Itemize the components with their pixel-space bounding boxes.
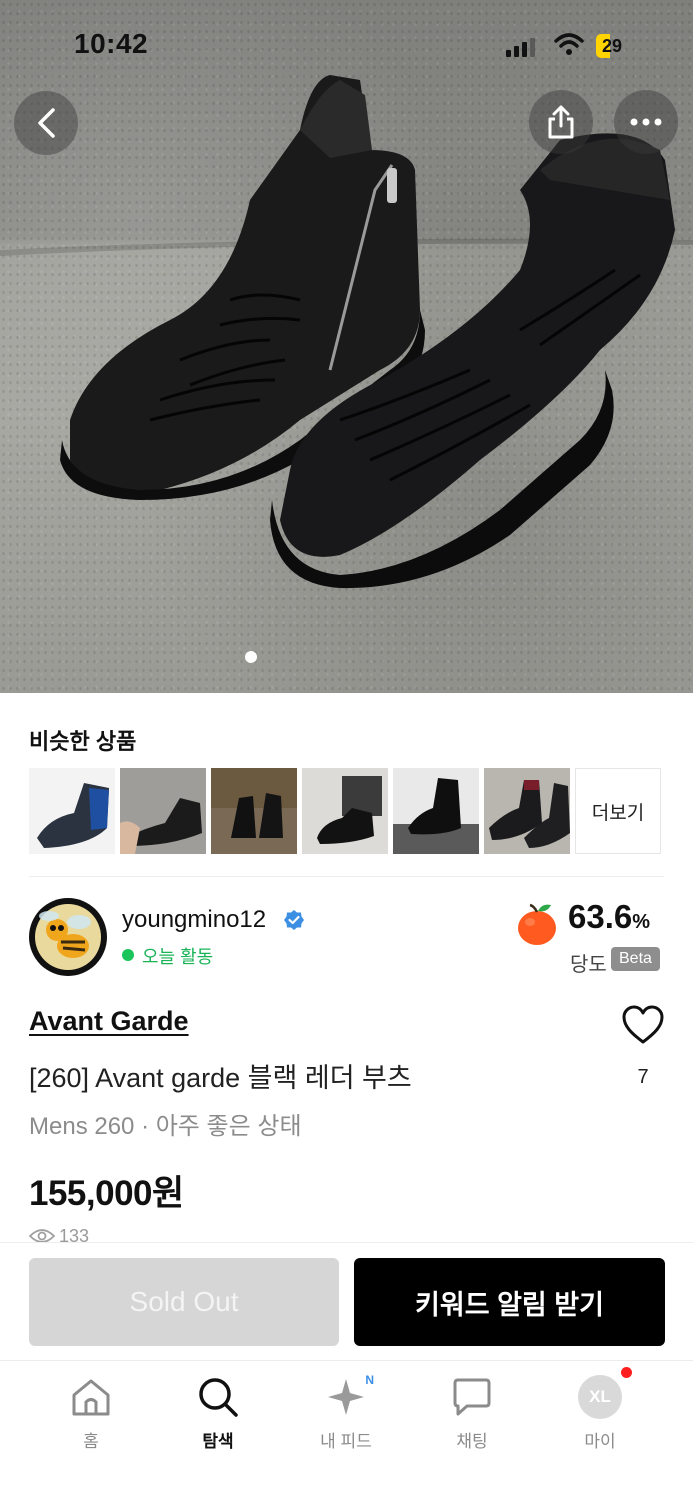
sweetness-score-value: 63.6 (568, 898, 633, 935)
tab-home[interactable]: 홈 (41, 1375, 141, 1452)
brand-link[interactable]: Avant Garde (29, 1006, 189, 1037)
tab-chat-label: 채팅 (456, 1432, 488, 1451)
tab-my[interactable]: XL 마이 (550, 1367, 650, 1452)
product-price: 155,000원 (29, 1174, 184, 1213)
sweetness-score-unit: % (632, 911, 651, 933)
battery-indicator: 29 (596, 33, 640, 59)
avatar-icon: XL (578, 1375, 622, 1419)
cellular-signal-icon (506, 38, 535, 57)
verified-badge-icon (284, 910, 304, 930)
tab-my-feed-label: 내 피드 (320, 1432, 372, 1451)
similar-product-thumb[interactable] (302, 768, 388, 854)
similar-product-thumb[interactable] (29, 768, 115, 854)
status-time: 10:42 (74, 28, 149, 59)
home-icon (72, 1379, 110, 1416)
wifi-icon (554, 33, 584, 55)
tab-my-feed[interactable]: N 내 피드 (296, 1373, 396, 1452)
similar-product-thumb[interactable] (211, 768, 297, 854)
section-divider (29, 876, 664, 877)
beta-badge: Beta (611, 947, 660, 971)
back-button[interactable] (14, 91, 78, 155)
tab-chat[interactable]: 채팅 (422, 1375, 522, 1452)
chevron-left-icon (38, 108, 55, 138)
sparkle-icon (328, 1379, 364, 1415)
more-dots-icon (630, 118, 662, 126)
similar-products-title: 비슷한 상품 (29, 729, 137, 754)
bee-avatar-image (35, 904, 101, 970)
new-badge: N (365, 1373, 374, 1387)
similar-more-button[interactable]: 더보기 (575, 768, 661, 854)
product-condition: Mens 260 · 아주 좋은 상태 (29, 1113, 302, 1140)
apple-score-icon (518, 903, 556, 945)
sweetness-label: 당도 (570, 954, 607, 976)
chat-icon (453, 1378, 491, 1416)
online-status-dot (122, 949, 134, 961)
thumb-image (120, 768, 206, 854)
sold-out-button[interactable]: Sold Out (29, 1258, 339, 1346)
share-button[interactable] (529, 90, 593, 154)
tab-search[interactable]: 탐색 (168, 1375, 268, 1452)
photo-page-indicator (245, 651, 257, 663)
tab-home-label: 홈 (83, 1432, 99, 1451)
similar-product-thumb[interactable] (484, 768, 570, 854)
like-count: 7 (637, 1066, 649, 1088)
similar-product-thumb[interactable] (120, 768, 206, 854)
status-bar: 10:42 29 (0, 0, 693, 92)
heart-like-icon[interactable] (621, 1004, 665, 1046)
battery-percent: 29 (602, 35, 623, 56)
more-options-button[interactable] (614, 90, 678, 154)
purchase-action-bar: Sold Out 키워드 알림 받기 (0, 1242, 693, 1360)
product-photo[interactable]: 10:42 29 (0, 0, 693, 693)
sweetness-score: 63.6% (568, 898, 650, 936)
similar-product-thumb[interactable] (393, 768, 479, 854)
boots-image (0, 75, 693, 589)
product-title: [260] Avant garde 블랙 레더 부츠 (29, 1063, 412, 1093)
thumb-image (211, 768, 297, 854)
seller-name[interactable]: youngmino12 (122, 906, 266, 934)
thumb-image (484, 768, 570, 854)
bottom-tab-bar: 홈 탐색 N 내 피드 채팅 XL 마이 (0, 1360, 693, 1500)
notification-dot (621, 1367, 632, 1378)
thumb-image (29, 768, 115, 854)
similar-products-list: 더보기 (29, 768, 661, 854)
thumb-image (302, 768, 388, 854)
tab-search-label: 탐색 (202, 1432, 234, 1451)
seller-avatar[interactable] (29, 898, 107, 976)
search-icon (199, 1378, 238, 1417)
seller-activity: 오늘 활동 (142, 947, 214, 967)
keyword-alert-button[interactable]: 키워드 알림 받기 (354, 1258, 665, 1346)
thumb-image (393, 768, 479, 854)
tab-my-label: 마이 (584, 1432, 616, 1451)
share-icon (548, 105, 574, 139)
